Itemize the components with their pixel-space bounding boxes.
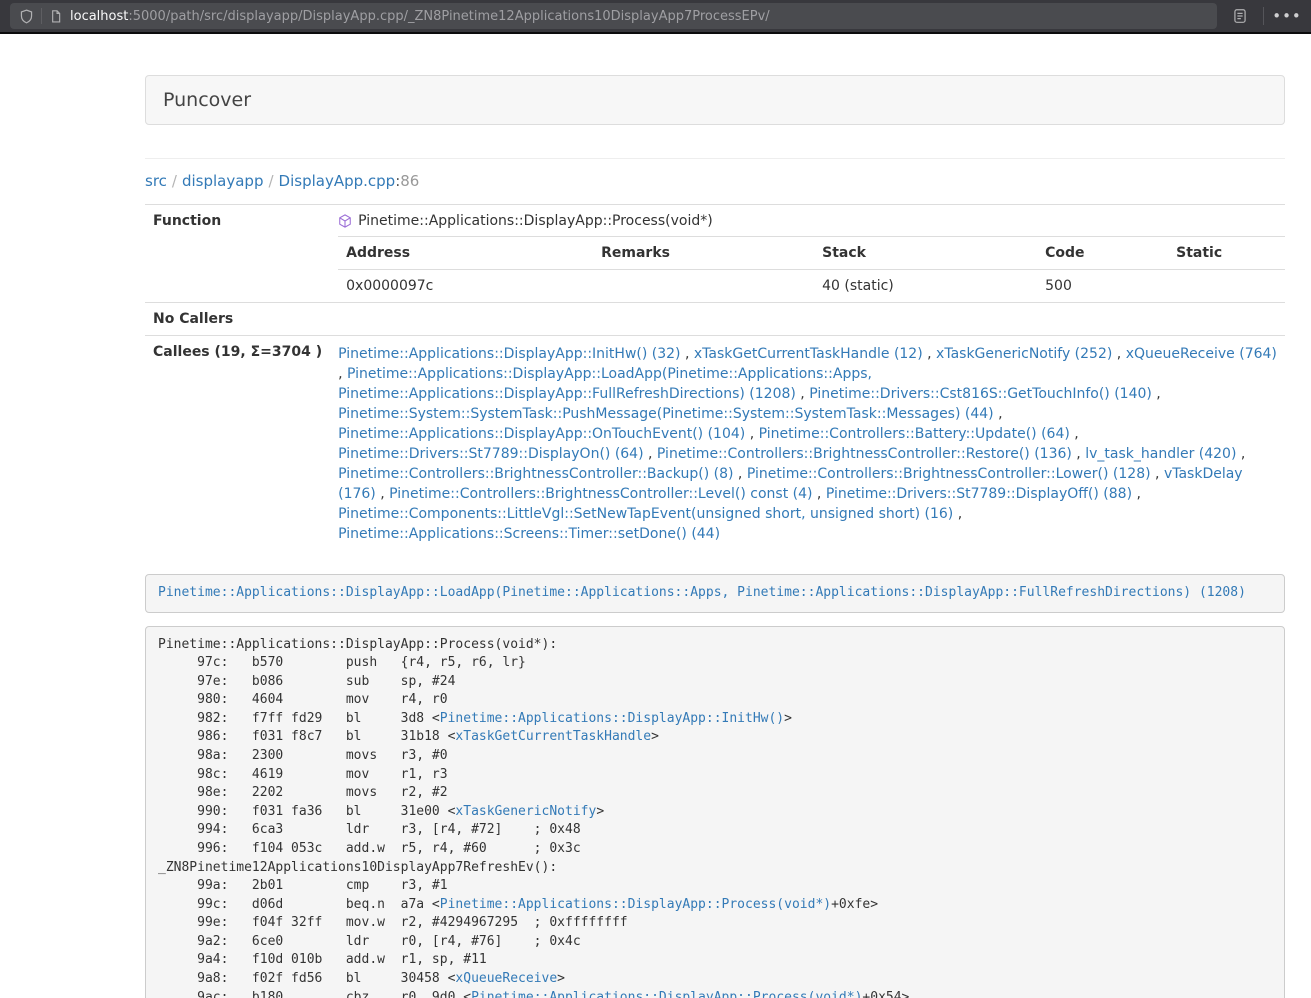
column-header-stack: Stack bbox=[814, 237, 1037, 270]
function-stats-table: Address Remarks Stack Code Static 0x0000… bbox=[338, 236, 1285, 302]
callee-separator: , bbox=[994, 406, 1003, 422]
reader-view-button[interactable] bbox=[1226, 3, 1254, 29]
callee-separator: , bbox=[733, 466, 746, 482]
callee-link[interactable]: Pinetime::Applications::DisplayApp::OnTo… bbox=[338, 426, 745, 442]
callee-link[interactable]: Pinetime::Drivers::St7789::DisplayOn() (… bbox=[338, 446, 643, 462]
callees-list: Pinetime::Applications::DisplayApp::Init… bbox=[330, 336, 1285, 553]
callee-link[interactable]: Pinetime::Drivers::St7789::DisplayOff() … bbox=[826, 486, 1132, 502]
disassembly-pre: Pinetime::Applications::DisplayApp::Proc… bbox=[145, 626, 1285, 998]
callee-separator: , bbox=[953, 506, 962, 522]
url-path: :5000/path/src/displayapp/DisplayApp.cpp… bbox=[128, 9, 769, 24]
callee-link[interactable]: Pinetime::Applications::DisplayApp::Init… bbox=[338, 346, 680, 362]
no-callers-label: No Callers bbox=[145, 303, 330, 336]
divider bbox=[145, 158, 1285, 159]
reader-view-icon bbox=[1233, 8, 1247, 24]
callee-separator: , bbox=[376, 486, 389, 502]
callee-link[interactable]: Pinetime::Controllers::BrightnessControl… bbox=[657, 446, 1072, 462]
loadapp-snippet-block: Pinetime::Applications::DisplayApp::Load… bbox=[145, 574, 1285, 613]
column-header-static: Static bbox=[1168, 237, 1285, 270]
callee-separator: , bbox=[1152, 386, 1161, 402]
breadcrumb-separator: / bbox=[172, 172, 177, 190]
callee-separator: , bbox=[1112, 346, 1125, 362]
callee-link[interactable]: Pinetime::Drivers::Cst816S::GetTouchInfo… bbox=[809, 386, 1152, 402]
breadcrumb-link-displayapp[interactable]: displayapp bbox=[182, 172, 264, 190]
symbol-link[interactable]: xQueueReceive bbox=[455, 971, 557, 986]
callees-label: Callees (19, Σ=3704 ) bbox=[145, 336, 330, 553]
function-cube-icon bbox=[338, 214, 352, 228]
stack-value: 40 (static) bbox=[814, 270, 1037, 303]
page-title: Puncover bbox=[163, 89, 251, 111]
toolbar-divider bbox=[1263, 7, 1264, 25]
callee-link[interactable]: Pinetime::Applications::DisplayApp::Load… bbox=[338, 366, 872, 402]
callee-link[interactable]: Pinetime::Controllers::BrightnessControl… bbox=[338, 466, 733, 482]
callee-link[interactable]: xQueueReceive (764) bbox=[1126, 346, 1277, 362]
breadcrumb-link-file[interactable]: DisplayApp.cpp bbox=[279, 172, 396, 190]
callee-link[interactable]: Pinetime::Controllers::Battery::Update()… bbox=[759, 426, 1070, 442]
stats-value-row: 0x0000097c 40 (static) 500 bbox=[338, 270, 1285, 303]
no-callers-value bbox=[330, 303, 1285, 336]
url-input[interactable]: localhost:5000/path/src/displayapp/Displ… bbox=[10, 3, 1217, 29]
callee-separator: , bbox=[812, 486, 825, 502]
urlbar-divider bbox=[41, 8, 42, 24]
no-callers-row: No Callers bbox=[145, 303, 1285, 336]
static-value bbox=[1168, 270, 1285, 303]
symbol-link[interactable]: Pinetime::Applications::DisplayApp::Proc… bbox=[471, 990, 862, 998]
breadcrumb-separator: / bbox=[268, 172, 273, 190]
callee-link[interactable]: Pinetime::System::SystemTask::PushMessag… bbox=[338, 406, 994, 422]
callee-separator: , bbox=[644, 446, 657, 462]
callee-separator: , bbox=[338, 366, 347, 382]
callee-link[interactable]: Pinetime::Applications::Screens::Timer::… bbox=[338, 526, 720, 542]
menu-button[interactable]: ••• bbox=[1273, 3, 1301, 29]
loadapp-link[interactable]: Pinetime::Applications::DisplayApp::Load… bbox=[158, 585, 1246, 600]
callees-row: Callees (19, Σ=3704 ) Pinetime::Applicat… bbox=[145, 336, 1285, 553]
column-header-code: Code bbox=[1037, 237, 1168, 270]
page-container: Puncover src/displayapp/DisplayApp.cpp:8… bbox=[145, 75, 1285, 998]
callee-separator: , bbox=[1070, 426, 1079, 442]
code-value: 500 bbox=[1037, 270, 1168, 303]
breadcrumb-link-src[interactable]: src bbox=[145, 172, 167, 190]
callee-link[interactable]: Pinetime::Controllers::BrightnessControl… bbox=[389, 486, 812, 502]
shield-icon bbox=[19, 9, 34, 24]
callee-link[interactable]: xTaskGetCurrentTaskHandle (12) bbox=[694, 346, 923, 362]
function-row: Function Pinetime::Applications::Display… bbox=[145, 205, 1285, 303]
callee-separator: , bbox=[681, 346, 694, 362]
callee-separator: , bbox=[1072, 446, 1085, 462]
symbol-link[interactable]: Pinetime::Applications::DisplayApp::Proc… bbox=[440, 897, 831, 912]
address-value: 0x0000097c bbox=[338, 270, 593, 303]
callee-separator: , bbox=[1132, 486, 1141, 502]
callee-separator: , bbox=[923, 346, 936, 362]
callee-separator: , bbox=[796, 386, 809, 402]
callee-link[interactable]: Pinetime::Components::LittleVgl::SetNewT… bbox=[338, 506, 953, 522]
callee-link[interactable]: Pinetime::Controllers::BrightnessControl… bbox=[747, 466, 1151, 482]
callee-link[interactable]: xTaskGenericNotify (252) bbox=[936, 346, 1112, 362]
callee-separator: , bbox=[1151, 466, 1164, 482]
column-header-address: Address bbox=[338, 237, 593, 270]
symbol-link[interactable]: xTaskGenericNotify bbox=[455, 804, 596, 819]
stats-header-row: Address Remarks Stack Code Static bbox=[338, 237, 1285, 270]
column-header-remarks: Remarks bbox=[593, 237, 814, 270]
callee-separator: , bbox=[1236, 446, 1245, 462]
function-name: Pinetime::Applications::DisplayApp::Proc… bbox=[358, 213, 713, 229]
app-header-panel: Puncover bbox=[145, 75, 1285, 125]
callee-separator: , bbox=[745, 426, 758, 442]
remarks-value bbox=[593, 270, 814, 303]
url-text: localhost:5000/path/src/displayapp/Displ… bbox=[70, 9, 770, 24]
breadcrumb: src/displayapp/DisplayApp.cpp:86 bbox=[145, 172, 1285, 190]
browser-toolbar: localhost:5000/path/src/displayapp/Displ… bbox=[0, 0, 1311, 34]
symbol-link[interactable]: Pinetime::Applications::DisplayApp::Init… bbox=[440, 711, 784, 726]
breadcrumb-line-number: 86 bbox=[400, 172, 419, 190]
symbol-link[interactable]: xTaskGetCurrentTaskHandle bbox=[455, 729, 651, 744]
function-detail-table: Function Pinetime::Applications::Display… bbox=[145, 204, 1285, 552]
url-host: localhost bbox=[70, 9, 128, 24]
function-label: Function bbox=[145, 205, 330, 303]
page-icon bbox=[49, 9, 63, 24]
callee-link[interactable]: lv_task_handler (420) bbox=[1085, 446, 1236, 462]
